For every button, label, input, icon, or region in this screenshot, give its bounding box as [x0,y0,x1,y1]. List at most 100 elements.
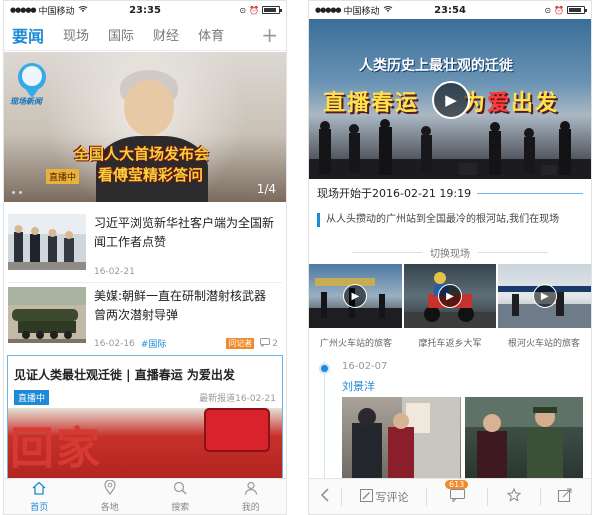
play-icon: ▶ [438,284,462,308]
comment-count-value: 2 [272,338,278,349]
share-icon [558,488,572,505]
live-description: 从人头攒动的广州站到全国最冷的根河站,我们在现场 [317,213,583,227]
bottom-tab-label: 各地 [100,503,119,513]
tab-finance[interactable]: 财经 [153,25,179,44]
live-badge: 直播中 [46,169,80,184]
comment-icon [260,337,271,350]
live-start-label: 现场开始于2016-02-21 19:19 [317,187,472,200]
scene-label: 摩托车返乡大军 [418,339,482,349]
hero-caption-line2: 看傅莹精彩答问 [98,166,204,184]
write-comment-button[interactable]: 写评论 [342,479,426,514]
hero-person-face [124,80,174,136]
divider-line [477,192,583,194]
timeline-photos [342,397,583,479]
timeline-dot [319,363,330,374]
live-card-title: 见证人类最壮观迁徙 | 直播春运 为爱出发 [14,368,235,382]
tab-international[interactable]: 国际 [108,25,134,44]
bottom-tab-label: 首页 [30,502,49,513]
back-button[interactable] [309,479,341,514]
switch-scene-row: 切换现场 [309,245,591,260]
live-card-badge: 直播中 [14,390,50,405]
news-date: 16-02-21 [94,267,135,277]
live-card-image: 回家 [8,408,282,478]
battery-icon [262,6,282,14]
play-icon: ▶ [532,284,557,308]
article-action-bar: 写评论 613 [309,478,591,514]
comments-button[interactable]: 613 [427,479,487,514]
pencil-icon [359,488,373,505]
channel-tabs: 要闻 现场 国际 财经 体育 + [4,19,286,51]
bottom-tab-local[interactable]: 各地 [75,479,146,514]
bottom-tab-label: 搜索 [171,502,190,513]
back-arrow-icon [320,488,329,505]
home-icon [31,481,47,498]
tab-scene[interactable]: 现场 [63,25,89,44]
location-pin-icon [104,479,116,498]
scene-thumbnail[interactable]: ▶ [403,264,497,328]
search-icon [173,481,187,498]
headline-part: 出发 [511,91,560,116]
timeline-photo[interactable] [464,397,583,479]
comment-count[interactable]: 2 [260,337,278,350]
ask-reporter-badge[interactable]: 问记者 [226,338,255,349]
carousel-pager: 1/4 [256,182,276,196]
switch-scene-label: 切换现场 [430,249,470,260]
right-phone-screen: ●●●●● 中国移动 23:54 ⊙ ⏰ 人类历史上最壮观的迁徙 直播春运 为爱出… [308,0,592,515]
headline-part: 爱 [487,91,512,116]
play-icon: ▶ [445,91,457,109]
news-meta: 16-02-16 #国际 问记者 2 [94,337,278,350]
hero-carousel[interactable]: 现场新闻 全国人大首场发布会 看傅莹精彩答问 直播中 1/4 [4,52,286,202]
live-feature-card[interactable]: 见证人类最壮观迁徙 | 直播春运 为爱出发 直播中 最新报道16-02-21 回… [7,355,283,479]
crowd-silhouettes [309,119,591,179]
timeline-photo[interactable] [342,397,461,479]
status-bar: ●●●●● 中国移动 23:35 ⊙ ⏰ [4,1,286,19]
timeline-date: 16-02-07 [342,361,388,372]
news-tag[interactable]: #国际 [141,337,167,350]
scene-label: 根河火车站的旅客 [507,339,580,349]
status-time: 23:54 [434,4,466,16]
share-button[interactable] [541,479,589,514]
tab-headlines[interactable]: 要闻 [12,23,44,47]
news-meta: 16-02-21 [94,267,278,277]
scene-thumbnail[interactable]: ▶ [309,264,402,328]
news-item[interactable]: 习近平浏览新华社客户端为全国新闻工作者点赞 16-02-21 [4,210,286,280]
star-icon [506,487,522,505]
app-logo-text: 现场新闻 [10,97,42,106]
bottom-tab-search[interactable]: 搜索 [145,479,216,514]
live-card-latest: 最新报道16-02-21 [199,394,276,404]
news-date: 16-02-16 [94,338,135,349]
news-title: 习近平浏览新华社客户端为全国新闻工作者点赞 [94,216,275,249]
battery-icon [567,6,587,14]
add-channel-icon[interactable]: + [261,23,278,47]
news-title: 美媒:朝鲜一直在研制潜射核武器曾两次潜射导弹 [94,289,267,322]
hero-caption: 全国人大首场发布会 看傅莹精彩答问 [74,144,209,186]
bottom-tab-bar: 首页 各地 搜索 我的 [4,478,286,514]
live-video-player[interactable]: 人类历史上最壮观的迁徙 直播春运 为爱出发 ▶ [309,19,591,179]
live-card-image-text: 回家 [10,423,102,474]
comment-count-badge: 613 [445,480,469,489]
headline-part: 直播春运 [323,91,420,116]
bottom-tab-profile[interactable]: 我的 [216,479,287,514]
favorite-button[interactable] [488,479,540,514]
scene-label: 广州火车站的旅客 [319,339,392,349]
comment-icon [449,488,465,505]
timeline-line [324,361,325,478]
video-headline-top: 人类历史上最壮观的迁徙 [359,58,513,74]
status-bar: ●●●●● 中国移动 23:54 ⊙ ⏰ [309,1,591,19]
news-item[interactable]: 美媒:朝鲜一直在研制潜射核武器曾两次潜射导弹 16-02-16 #国际 问记者 … [4,283,286,353]
carousel-dots [12,191,22,194]
left-phone-screen: ●●●●● 中国移动 23:35 ⊙ ⏰ 要闻 现场 国际 财经 体育 + 现场… [3,0,287,515]
divider-line [352,252,422,253]
play-button[interactable]: ▶ [432,81,470,119]
news-thumbnail [8,214,86,270]
bottom-tab-label: 我的 [241,502,260,513]
timeline-author[interactable]: 刘景洋 [342,378,375,394]
hero-caption-line1: 全国人大首场发布会 [74,145,210,163]
bottom-tab-home[interactable]: 首页 [4,479,75,514]
scene-thumbnail[interactable]: ▶ [498,264,591,328]
suitcase-graphic [204,408,270,452]
scene-switcher: ▶ ▶ ▶ [309,264,591,328]
tab-sports[interactable]: 体育 [198,25,224,44]
divider-line [478,252,548,253]
news-thumbnail [8,287,86,343]
